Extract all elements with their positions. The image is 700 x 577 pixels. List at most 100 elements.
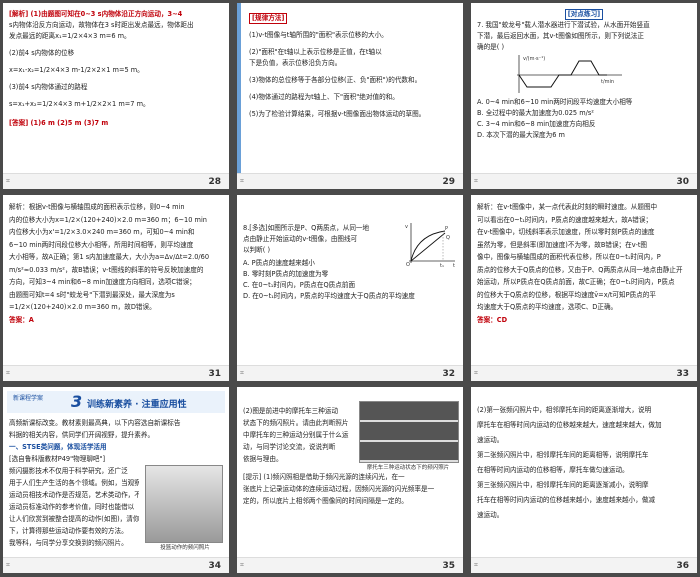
text-line: s=x₁+x₂=1/2×4×3 m+1/2×2×1 m=7 m。 <box>9 100 150 108</box>
hint-line: [提示] (1)频闪照相是借助于频闪光源的连续闪光，在一 <box>243 473 405 481</box>
slide-footer <box>471 173 697 189</box>
slide-left-stripe <box>237 3 241 174</box>
page-number: 29 <box>442 177 455 187</box>
text-line: 始运动，所以P质点在Q质点前面，故C正确；在0~t₁时间内，P质点 <box>477 278 675 286</box>
answer-line: 答案：A <box>9 315 34 324</box>
slide-thumbnail-34[interactable]: 新课程学案 3 训练新素养 · 注重应用性 高频新课标改变。教材素则最高典，以下… <box>3 387 229 573</box>
slide-corner-icon: ⌗ <box>6 561 10 569</box>
option-b: B. 零时刻P质点的加速度为零 <box>243 270 329 278</box>
slide-corner-icon: ⌗ <box>240 369 244 377</box>
text-line: 运动员标准动作的参考价值，同时也能借以 <box>9 503 135 511</box>
text-line: 大小相等，故A正确；第1 s内加速度最大，大小为a=Δv/Δt=2.0/60 <box>9 253 210 261</box>
basketball-strobe-photo <box>145 465 223 543</box>
slide-footer <box>471 365 697 381</box>
text-line: 7. 我国"蛟龙号"载人潜水器进行下潜试验，从水面开始竖直 <box>477 21 650 29</box>
text-line: 频闪摄影技术不仅用于科学研究，还广泛 <box>9 467 128 475</box>
text-line: (4)物体通过的路程为t轴上、下"面积"绝对值的和。 <box>249 93 399 101</box>
option-c: C. 3~4 min和6~8 min加速度方向相反 <box>477 120 596 128</box>
section-banner: 新课程学案 3 训练新素养 · 注重应用性 <box>7 391 225 413</box>
slide-footer <box>3 365 229 381</box>
slide-corner-icon: ⌗ <box>6 369 10 377</box>
text-line: 方向，可知3~4 min和6~8 min加速度方向相同，选项C错误； <box>9 278 196 286</box>
slide-thumbnail-31[interactable]: 解析：根据v-t图像与横轴围成的面积表示位移，则0~4 min 内的位移大小为x… <box>3 195 229 381</box>
text-line: 速运动。 <box>477 436 504 444</box>
text-line: 下，计算得那些运动动作要有效的方法。 <box>9 527 128 535</box>
text-line: 第三张频闪照片中，相邻摩托车间的距离逐渐减小，说明摩 <box>477 481 649 489</box>
text-line: 中摩托车的三种运动分别属于什么运 <box>243 431 349 439</box>
graph-label: v <box>405 224 408 230</box>
graph-y-label: v/(m·s⁻¹) <box>523 56 545 62</box>
text-line: 用于人们生产生活的各个领域。例如，当观察 <box>9 479 139 487</box>
slide-corner-icon: ⌗ <box>474 561 478 569</box>
text-line: 速运动。 <box>477 511 504 519</box>
text-line: 确的是( ) <box>477 43 505 51</box>
practice-tag: [对点练习] <box>564 9 604 20</box>
text-line: 6~10 min两时间段位移大小相等，所用时间相等，则平均速度 <box>9 240 194 249</box>
text-line: (2)第一张频闪照片中，相邻摩托车间的距离逐渐增大，说明 <box>477 406 652 414</box>
option-a: A. 0~4 min和6~10 min两时间段平均速度大小相等 <box>477 98 633 106</box>
slide-footer <box>471 557 697 573</box>
text-line: 运动员相技术动作是否规范，艺术类动作，不能 <box>9 491 139 499</box>
text-line: (3)物体的总位移等于各部分位移(正、负"面积")的代数和。 <box>249 76 422 84</box>
text-line: (2)前4 s内物体的位移 <box>9 49 75 57</box>
text-line: 第二张频闪照片中，相邻摩托车间的距离相等，说明摩托车 <box>477 451 649 459</box>
slide-corner-icon: ⌗ <box>240 561 244 569</box>
text-line: (2)图是前进中的摩托车三种运动 <box>243 407 339 415</box>
slide-corner-icon: ⌗ <box>6 177 10 185</box>
text-line: 由题图可知t=4 s时"蛟龙号"下潜到最深处，最大深度为s <box>9 290 175 299</box>
text-line: 的位移大于Q质点的位移，根据平均速度v̄=x/t可知P质点的平 <box>477 290 656 299</box>
option-d: D. 在0~t₁时间内，P质点的平均速度大于Q质点的平均速度 <box>243 292 415 300</box>
slide-corner-icon: ⌗ <box>240 177 244 185</box>
text-line: 依据与理由。 <box>243 455 283 463</box>
page-number: 36 <box>676 561 689 571</box>
text-line: [解析] (1)由题图可知在0~3 s内物体沿正方向运动，3~4 <box>9 10 183 18</box>
option-b: B. 全过程中的最大加速度为0.025 m/s² <box>477 109 594 117</box>
text-line: 定的，所以底片上相邻两个图像间的时间间隔是一定的。 <box>243 497 408 505</box>
slide-thumbnail-32[interactable]: 8.[多选]如图所示是P、Q两质点，从同一地 点由静止开始运动的v-t图像，由图… <box>237 195 463 381</box>
graph-label: O <box>406 262 410 267</box>
text-line: 质点的位移大于Q质点的位移，又由于P、Q两质点从同一地点由静止开 <box>477 265 683 274</box>
graph-x-label: t/min <box>601 79 614 85</box>
text-line: 动，与同学讨论交流，说说判断 <box>243 443 336 451</box>
text-line: 虽然为零，但是斜率(即加速度)不为零，故B错误；在v-t图 <box>477 240 648 249</box>
page-number: 35 <box>442 561 455 571</box>
method-tag: [规律方法] <box>249 13 288 24</box>
text-line: (5)为了检验计算结果，可根据v-t图像面出物体运动的草图。 <box>249 110 426 118</box>
graph-label: t₁ <box>440 263 444 267</box>
slide-thumbnail-33[interactable]: 解析：在v-t图像中，某一点代表此时刻的瞬时速度。从题图中 可以看出在0~t₁时… <box>471 195 697 381</box>
slide-corner-icon: ⌗ <box>474 369 478 377</box>
text-line: 内的位移大小为x=1/2×(120+240)×2.0 m=360 m；6~10 … <box>9 215 207 224</box>
source-note: [选自鲁科版教材P49"物理聊吧"] <box>9 455 106 463</box>
text-line: m/s²≈0.033 m/s²，故B错误；v-t图线的斜率的符号反映加速度的 <box>9 265 204 274</box>
slide-content: [规律方法] (1)v-t图像与t轴所围的"面积"表示位移的大小。 (2)"面积… <box>249 13 457 171</box>
slide-thumbnail-30[interactable]: [对点练习] 7. 我国"蛟龙号"载人潜水器进行下潜试验，从水面开始竖直 下潜，… <box>471 3 697 189</box>
answer-line: [答案] (1)6 m (2)5 m (3)7 m <box>9 119 109 127</box>
text-line: 解析：根据v-t图像与横轴围成的面积表示位移，则0~4 min <box>9 203 185 211</box>
graph-label: t <box>453 263 455 267</box>
page-number: 28 <box>208 177 221 187</box>
page-number: 31 <box>208 369 221 379</box>
text-line: (1)v-t图像与t轴所围的"面积"表示位移的大小。 <box>249 31 388 39</box>
text-line: s内物体沿反方向运动，故物体在3 s时距出发点最远，物体距出 <box>9 21 194 29</box>
slide-thumbnail-29[interactable]: [规律方法] (1)v-t图像与t轴所围的"面积"表示位移的大小。 (2)"面积… <box>237 3 463 189</box>
text-line: 摩托车在相等时间内运动的位移越来越大，速度越来越大，做加 <box>477 421 662 429</box>
text-line: x=x₁-x₂=1/2×4×3 m-1/2×2×1 m=5 m。 <box>9 66 144 74</box>
text-line: 在相等时间内运动的位移相等，摩托车做匀速运动。 <box>477 466 629 474</box>
page-number: 32 <box>442 369 455 379</box>
slide-footer <box>3 173 229 189</box>
text-line: 张底片上记录运动体的连续运动过程，因频闪光源的闪光频率是一 <box>243 485 435 493</box>
graph-label: P <box>445 226 448 232</box>
motorcycle-strobe-photo <box>359 401 459 463</box>
text-line: 在v-t图像中，切线斜率表示加速度，所以零时刻P质点的速度 <box>477 228 655 236</box>
slide-thumbnail-35[interactable]: (2)图是前进中的摩托车三种运动 状态下的频闪照片。请由此判断照片 中摩托车的三… <box>237 387 463 573</box>
text-line: 下潜，最后返回水面，其v-t图像如图所示，则下列说法正 <box>477 32 644 40</box>
slide-footer <box>237 557 463 573</box>
text-line: 解析：在v-t图像中，某一点代表此时刻的瞬时速度。从题图中 <box>477 203 658 211</box>
text-line: 发点最远的距离x₁=1/2×4×3 m=6 m。 <box>9 32 131 40</box>
slide-thumbnail-36[interactable]: (2)第一张频闪照片中，相邻摩托车间的距离逐渐增大，说明 摩托车在相等时间内运动… <box>471 387 697 573</box>
slide-thumbnail-28[interactable]: [解析] (1)由题图可知在0~3 s内物体沿正方向运动，3~4 s内物体沿反方… <box>3 3 229 189</box>
page-number: 34 <box>208 561 221 571</box>
slide-content: 解析：在v-t图像中，某一点代表此时刻的瞬时速度。从题图中 可以看出在0~t₁时… <box>477 201 691 363</box>
text-line: 高频新课标改变。教材素则最高典，以下内容选自新课标告 <box>9 419 181 427</box>
option-d: D. 本次下潜的最大深度为6 m <box>477 131 565 139</box>
